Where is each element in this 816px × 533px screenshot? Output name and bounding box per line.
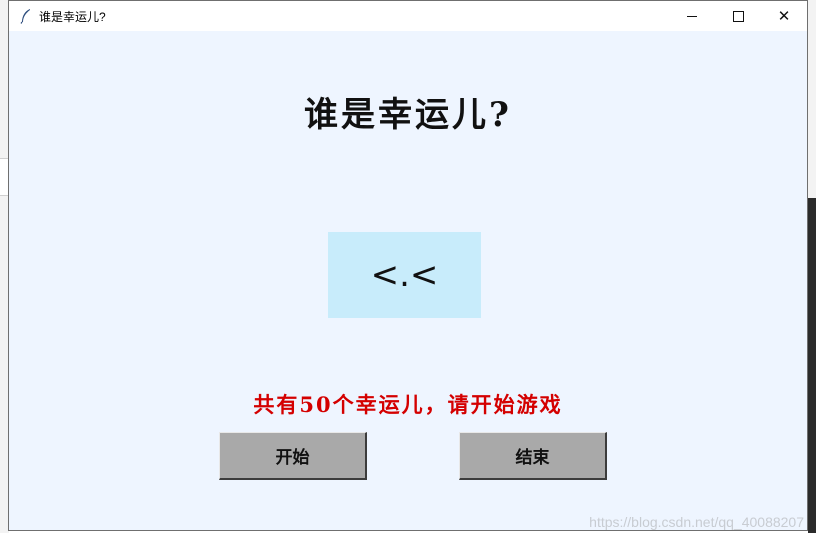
status-message: 共有50个幸运儿，请开始游戏 bbox=[253, 392, 563, 417]
minimize-icon bbox=[687, 15, 697, 17]
window-title: 谁是幸运儿? bbox=[39, 9, 106, 24]
close-icon: ✕ bbox=[777, 7, 791, 25]
watermark: https://blog.csdn.net/qq_40088207 bbox=[589, 514, 804, 530]
page-title: 谁是幸运儿? bbox=[304, 95, 512, 135]
app-window: 谁是幸运儿? ✕ 谁是幸运儿? <.< 共有50个幸运儿，请开始游戏 开始 结束 bbox=[8, 0, 808, 531]
feather-icon bbox=[20, 9, 30, 24]
app-content: 谁是幸运儿? <.< 共有50个幸运儿，请开始游戏 开始 结束 bbox=[9, 31, 807, 530]
maximize-button[interactable] bbox=[715, 1, 761, 31]
start-button[interactable]: 开始 bbox=[219, 432, 367, 480]
title-bar[interactable]: 谁是幸运儿? ✕ bbox=[9, 1, 807, 31]
background-app-right-dark bbox=[808, 198, 816, 533]
maximize-icon bbox=[732, 10, 744, 22]
window-controls: ✕ bbox=[669, 1, 807, 31]
lucky-display-text: <.< bbox=[370, 255, 439, 295]
close-button[interactable]: ✕ bbox=[761, 1, 807, 31]
end-button-label: 结束 bbox=[515, 448, 550, 468]
minimize-button[interactable] bbox=[669, 1, 715, 31]
start-button-label: 开始 bbox=[275, 448, 310, 468]
end-button[interactable]: 结束 bbox=[459, 432, 607, 480]
lucky-display: <.< bbox=[328, 232, 481, 318]
